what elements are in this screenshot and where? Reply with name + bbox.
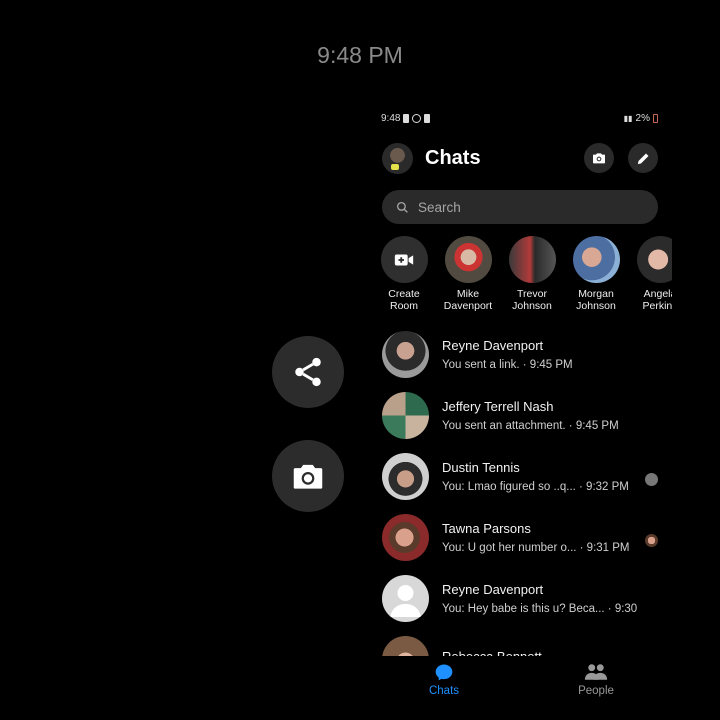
- chat-bubble-icon: [435, 664, 453, 681]
- overlay-clock: 9:48 PM: [317, 42, 403, 68]
- tab-people-label: People: [578, 685, 614, 697]
- battery-level: 2%: [635, 112, 650, 124]
- people-icon: [584, 664, 608, 680]
- chat-snippet: You: Lmao figured so ..q... · 9:32 PM: [442, 481, 629, 493]
- avatar: [572, 236, 620, 283]
- messenger-screen: 9:48 ▮▮ 2% Chats Search Create Room Mike…: [372, 100, 672, 720]
- avatar: [382, 453, 429, 500]
- avatar: [382, 392, 429, 439]
- avatar: [444, 236, 492, 283]
- avatar: [382, 514, 429, 561]
- default-user-icon: [390, 585, 421, 617]
- chat-name: Jeffery Terrell Nash: [442, 399, 554, 414]
- camera-button[interactable]: [584, 143, 614, 173]
- chat-row[interactable]: Jeffery Terrell Nash You sent an attachm…: [372, 385, 672, 446]
- video-add-icon: [394, 254, 414, 265]
- camera-icon: [293, 464, 323, 489]
- story-item[interactable]: Angela Perkins: [628, 236, 672, 318]
- avatar: [508, 236, 556, 283]
- profile-avatar[interactable]: [382, 142, 413, 174]
- chats-header: Chats: [382, 141, 658, 175]
- chat-row[interactable]: Reyne Davenport You sent a link. · 9:45 …: [372, 324, 672, 385]
- create-room-avatar: [380, 236, 428, 283]
- active-stories-row: Create Room Mike Davenport Trevor Johnso…: [372, 236, 672, 318]
- story-name: Mike Davenport: [443, 288, 493, 312]
- read-receipt-icon: [645, 473, 658, 486]
- story-name: Create Room: [388, 288, 420, 312]
- share-button[interactable]: [272, 336, 344, 408]
- messenger-notification-icon: [412, 113, 422, 123]
- camera-icon: [593, 153, 605, 164]
- search-placeholder: Search: [418, 199, 461, 215]
- bottom-navigation: Chats People: [372, 656, 672, 720]
- search-bar[interactable]: Search: [382, 190, 658, 224]
- chat-name: Reyne Davenport: [442, 338, 544, 353]
- signal-icon: ▮▮: [623, 113, 633, 123]
- chat-row[interactable]: Tawna Parsons You: U got her number o...…: [372, 507, 672, 568]
- notification-icon: [424, 113, 431, 123]
- chat-name: Reyne Davenport: [442, 582, 544, 597]
- chat-name: Tawna Parsons: [442, 521, 531, 536]
- avatar: [636, 236, 672, 283]
- seen-avatar-icon: [645, 534, 658, 547]
- story-name: Morgan Johnson: [576, 288, 616, 312]
- status-bar: 9:48 ▮▮ 2%: [381, 110, 658, 126]
- search-icon: [396, 201, 408, 213]
- tab-chats[interactable]: Chats: [404, 662, 484, 697]
- story-item[interactable]: Trevor Johnson: [500, 236, 564, 318]
- avatar: [382, 575, 429, 622]
- pencil-icon: [637, 153, 648, 164]
- status-time: 9:48: [381, 112, 401, 124]
- chat-list: Reyne Davenport You sent a link. · 9:45 …: [372, 324, 672, 690]
- chat-snippet: You sent a link. · 9:45 PM: [442, 359, 573, 371]
- tab-people[interactable]: People: [556, 662, 636, 697]
- story-name: Trevor Johnson: [512, 288, 552, 312]
- chat-name: Dustin Tennis: [442, 460, 520, 475]
- chat-row[interactable]: Dustin Tennis You: Lmao figured so ..q..…: [372, 446, 672, 507]
- page-title: Chats: [425, 146, 481, 169]
- create-room-button[interactable]: Create Room: [372, 236, 436, 318]
- avatar: [382, 331, 429, 378]
- chat-snippet: You: U got her number o... · 9:31 PM: [442, 542, 630, 554]
- screenshot-camera-button[interactable]: [272, 440, 344, 512]
- new-message-button[interactable]: [628, 143, 658, 173]
- story-name: Angela Perkins: [642, 288, 672, 312]
- tab-chats-label: Chats: [428, 685, 460, 697]
- share-icon: [295, 357, 321, 387]
- chat-row[interactable]: Reyne Davenport You: Hey babe is this u?…: [372, 568, 672, 629]
- story-item[interactable]: Morgan Johnson: [564, 236, 628, 318]
- battery-icon: [653, 113, 658, 123]
- chat-snippet: You sent an attachment. · 9:45 PM: [442, 420, 619, 432]
- chat-snippet: You: Hey babe is this u? Beca... · 9:30 …: [442, 603, 638, 615]
- notification-icon: [403, 113, 410, 123]
- story-item[interactable]: Mike Davenport: [436, 236, 500, 318]
